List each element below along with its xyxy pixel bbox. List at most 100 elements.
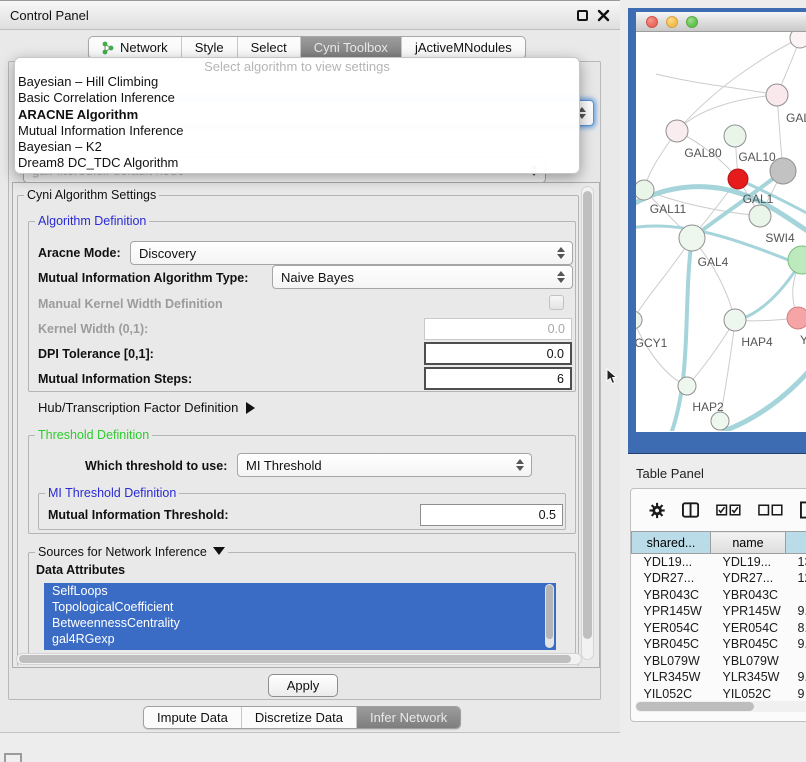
node-label: Y <box>800 333 806 347</box>
table-row[interactable]: YIL052CYIL052C9 <box>632 686 806 703</box>
minimize-traffic-light-icon[interactable] <box>666 16 678 28</box>
list-item[interactable]: BetweennessCentrality <box>44 615 556 631</box>
network-view-window[interactable]: GAL GAL80 GAL10 GAL1 GAL11 SWI4 GAL4 GCY… <box>628 8 806 454</box>
collapse-arrow-icon <box>213 547 225 555</box>
unchecked-boxes-icon[interactable] <box>758 504 783 516</box>
table-row[interactable]: YBR045CYBR045C9. <box>632 636 806 653</box>
node-bright-green[interactable] <box>788 246 806 274</box>
node-salmon[interactable] <box>787 307 806 329</box>
node-hap4[interactable] <box>724 309 746 331</box>
popup-item[interactable]: Bayesian – Hill Climbing <box>15 74 579 90</box>
hub-section-label: Hub/Transcription Factor Definition <box>38 400 238 415</box>
node-gal11[interactable] <box>636 180 654 200</box>
tab-network[interactable]: Network <box>89 37 182 58</box>
close-traffic-light-icon[interactable] <box>646 16 658 28</box>
table-row[interactable]: YDR27...YDR27...12 <box>632 570 806 587</box>
list-item[interactable]: gal4RGexp <box>44 631 556 647</box>
table-row[interactable]: YBR043CYBR043C <box>632 587 806 604</box>
node[interactable] <box>766 84 788 106</box>
which-threshold-label: Which threshold to use: <box>85 459 227 473</box>
field-value: 0.0 <box>547 347 564 361</box>
table-toolbar <box>631 489 806 531</box>
field-value: 0.0 <box>548 322 565 336</box>
popup-item-selected[interactable]: ARACNE Algorithm <box>15 107 579 123</box>
settings-horizontal-scrollbar[interactable] <box>16 653 582 665</box>
column-header[interactable] <box>786 532 806 554</box>
close-icon[interactable] <box>597 9 610 22</box>
tab-discretize-data[interactable]: Discretize Data <box>242 707 357 728</box>
tab-select[interactable]: Select <box>238 37 301 58</box>
node[interactable] <box>711 412 729 430</box>
node[interactable] <box>790 32 806 48</box>
column-header[interactable]: name <box>711 532 786 554</box>
popup-item[interactable]: Mutual Information Inference <box>15 123 579 139</box>
list-item[interactable]: TopologicalCoefficient <box>44 599 556 615</box>
stepper-icon <box>557 271 565 283</box>
node-label: GAL80 <box>684 146 722 160</box>
mi-type-combo[interactable]: Naive Bayes <box>272 265 573 289</box>
mi-threshold-field[interactable]: 0.5 <box>420 504 563 526</box>
table-row[interactable]: YPR145WYPR145W9. <box>632 603 806 620</box>
table-row[interactable]: YER054CYER054C8. <box>632 620 806 637</box>
node-hap2[interactable] <box>678 377 696 395</box>
minimized-panel-icon[interactable] <box>4 753 22 762</box>
table-horizontal-scrollbar[interactable] <box>635 701 806 712</box>
column-header[interactable]: shared... <box>632 532 711 554</box>
list-item[interactable]: SelfLoops <box>44 583 556 599</box>
aracne-mode-combo[interactable]: Discovery <box>130 241 573 265</box>
popup-item[interactable]: Basic Correlation Inference <box>15 90 579 106</box>
tab-jactivemnodules[interactable]: jActiveMNodules <box>402 37 525 58</box>
which-threshold-combo[interactable]: MI Threshold <box>237 453 532 477</box>
apply-button[interactable]: Apply <box>268 674 338 697</box>
popup-item[interactable]: Bayesian – K2 <box>15 139 579 155</box>
zoom-traffic-light-icon[interactable] <box>686 16 698 28</box>
tab-label: Impute Data <box>157 710 228 725</box>
node-label: HAP2 <box>692 400 724 414</box>
network-canvas[interactable]: GAL GAL80 GAL10 GAL1 GAL11 SWI4 GAL4 GCY… <box>636 32 806 431</box>
table-panel: shared... name YDL19...YDL19...13 YDR27.… <box>630 488 806 722</box>
node-gal10[interactable] <box>724 125 746 147</box>
tab-impute-data[interactable]: Impute Data <box>144 707 242 728</box>
node-label: GCY1 <box>636 336 668 350</box>
dpi-tolerance-label: DPI Tolerance [0,1]: <box>38 347 154 361</box>
tab-label: Infer Network <box>370 710 447 725</box>
combo-value: MI Threshold <box>246 458 322 473</box>
node-gal4[interactable] <box>679 225 705 251</box>
list-scrollbar[interactable] <box>545 584 554 648</box>
document-icon[interactable] <box>800 501 806 519</box>
sources-toggle[interactable]: Sources for Network Inference <box>35 545 228 559</box>
table-row[interactable]: YBL079WYBL079W <box>632 653 806 670</box>
tab-infer-network[interactable]: Infer Network <box>357 707 460 728</box>
float-window-icon[interactable] <box>577 10 588 21</box>
popup-item[interactable]: Dream8 DC_TDC Algorithm <box>15 155 579 171</box>
node-label: GAL <box>786 111 806 125</box>
node-gal80[interactable] <box>666 120 688 142</box>
node-gal1[interactable] <box>749 205 771 227</box>
node-red[interactable] <box>728 169 748 189</box>
node-gcy1[interactable] <box>636 311 642 329</box>
group-title: Threshold Definition <box>35 428 152 442</box>
node-table[interactable]: shared... name YDL19...YDL19...13 YDR27.… <box>631 531 806 702</box>
control-panel-tabbar: Network Style Select Cyni Toolbox jActiv… <box>88 36 526 59</box>
table-row[interactable]: YLR345WYLR345W9. <box>632 669 806 686</box>
hub-section-toggle[interactable]: Hub/Transcription Factor Definition <box>38 400 255 415</box>
dpi-tolerance-field[interactable]: 0.0 <box>424 342 572 365</box>
table-row[interactable]: YDL19...YDL19...13 <box>632 554 806 571</box>
field-value: 6 <box>557 372 564 386</box>
mi-threshold-label: Mutual Information Threshold: <box>48 508 229 522</box>
sources-title: Sources for Network Inference <box>38 545 207 559</box>
manual-kernel-label: Manual Kernel Width Definition <box>38 297 223 311</box>
gear-icon[interactable] <box>649 502 665 519</box>
network-window-titlebar[interactable] <box>636 12 806 32</box>
data-attributes-list[interactable]: SelfLoops TopologicalCoefficient Between… <box>44 583 556 650</box>
mi-steps-field[interactable]: 6 <box>424 367 572 390</box>
group-title: MI Threshold Definition <box>45 486 179 500</box>
split-columns-icon[interactable] <box>682 502 699 518</box>
kernel-width-field[interactable]: 0.0 <box>424 318 572 340</box>
tab-cyni-toolbox[interactable]: Cyni Toolbox <box>301 37 402 58</box>
manual-kernel-checkbox[interactable] <box>549 295 564 310</box>
settings-vertical-scrollbar[interactable] <box>581 186 594 660</box>
checked-boxes-icon[interactable] <box>716 504 741 516</box>
tab-style[interactable]: Style <box>182 37 238 58</box>
data-attributes-label: Data Attributes <box>36 563 125 577</box>
